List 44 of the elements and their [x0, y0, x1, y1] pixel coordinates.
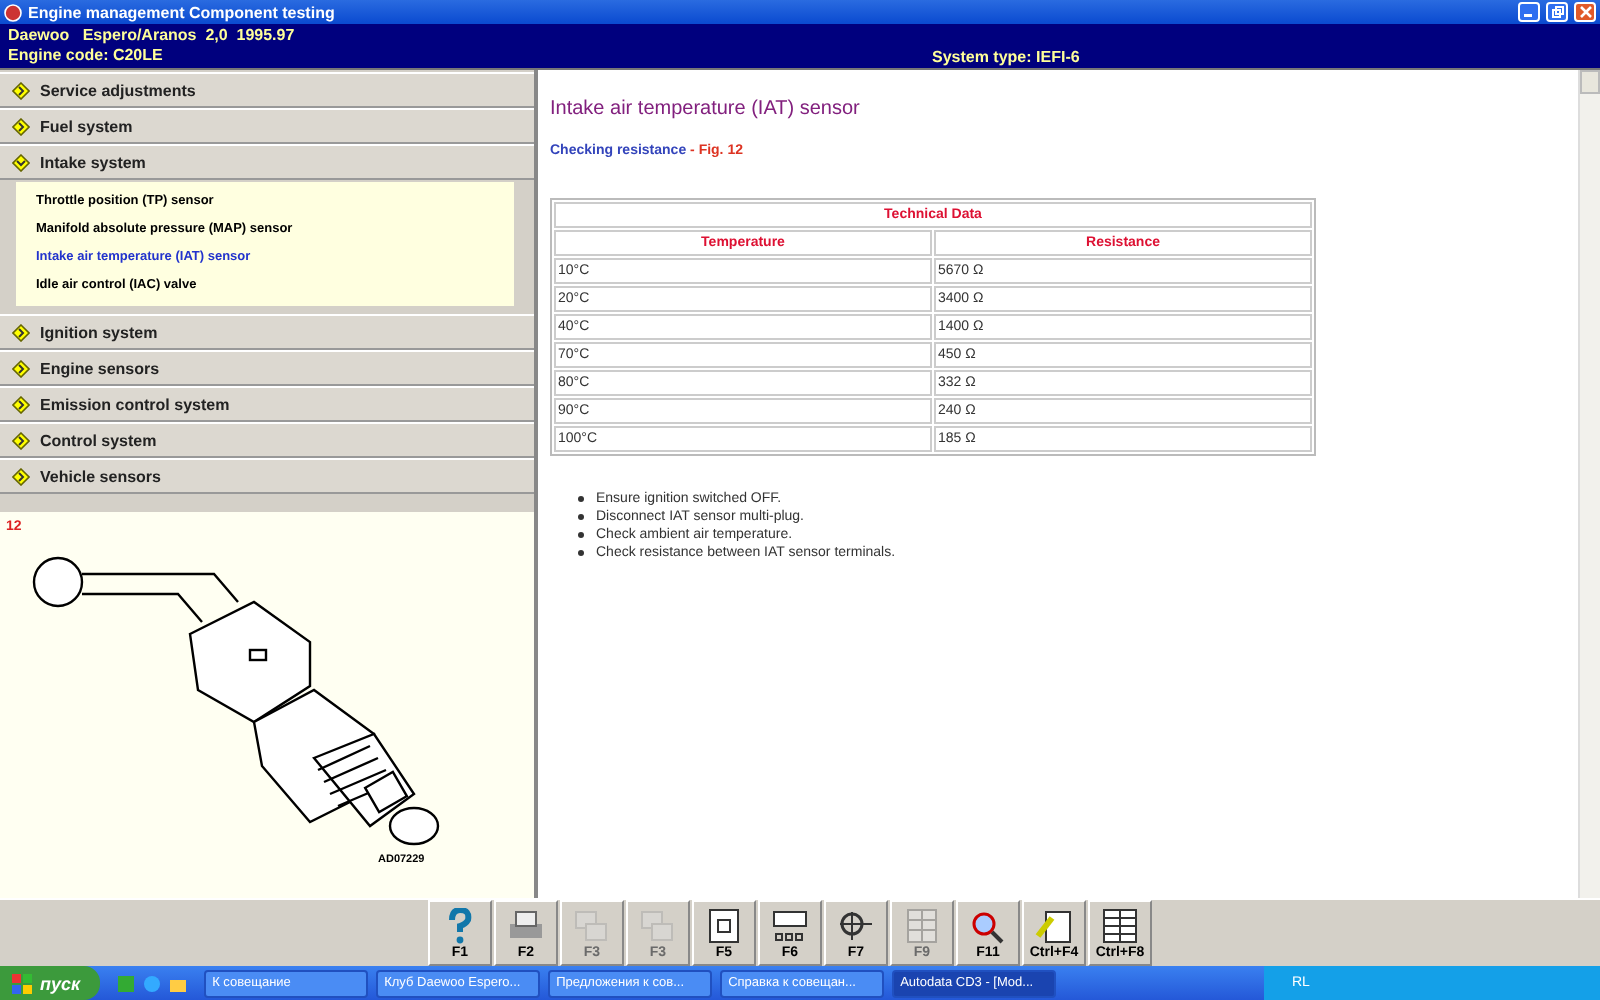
- minimize-button[interactable]: [1518, 2, 1540, 22]
- copy-icon: [572, 907, 612, 943]
- vehicle-label: Daewoo Espero/Aranos 2,0 1995.97: [8, 26, 297, 46]
- diagram-icon: [770, 907, 810, 943]
- start-button[interactable]: пуск: [0, 966, 101, 1000]
- sidebar-section[interactable]: Intake system: [0, 144, 534, 180]
- bullet-icon: [578, 514, 584, 520]
- chevron-icon: [12, 395, 30, 413]
- chevron-icon: [12, 359, 30, 377]
- printer-icon: [506, 907, 546, 943]
- engine-code-label: Engine code: C20LE: [8, 46, 165, 66]
- app-icon: [4, 3, 22, 21]
- close-button[interactable]: [1574, 2, 1596, 22]
- sidebar-section[interactable]: Fuel system: [0, 108, 534, 144]
- crosshair-icon: [836, 907, 876, 943]
- chevron-icon: [12, 467, 30, 485]
- chevron-icon: [12, 81, 30, 99]
- sidebar-section[interactable]: Service adjustments: [0, 72, 534, 108]
- system-type-label: System type: IEFI-6: [932, 48, 1080, 68]
- sidebar-section[interactable]: Control system: [0, 422, 534, 458]
- chevron-icon: [12, 153, 30, 171]
- restore-button[interactable]: [1546, 2, 1568, 22]
- magnifier-icon: [968, 907, 1008, 943]
- grid-icon: [902, 907, 942, 943]
- sidebar-section[interactable]: Vehicle sensors: [0, 458, 534, 494]
- table-icon: [1100, 907, 1140, 943]
- note-icon: [1034, 907, 1074, 943]
- copy-icon: [638, 907, 678, 943]
- chevron-icon: [12, 431, 30, 449]
- windows-logo-icon: [12, 973, 32, 993]
- sidebar-section[interactable]: Ignition system: [0, 314, 534, 350]
- bullet-icon: [578, 550, 584, 556]
- bullet-icon: [578, 532, 584, 538]
- sidebar-section[interactable]: Engine sensors: [0, 350, 534, 386]
- bullet-icon: [578, 496, 584, 502]
- browser-icon[interactable]: [142, 973, 163, 993]
- sidebar-section[interactable]: Emission control system: [0, 386, 534, 422]
- content-title: Intake air temperature (IAT) sensor: [550, 98, 862, 120]
- chevron-icon: [12, 117, 30, 135]
- close-icon: [1579, 6, 1591, 18]
- restore-icon: [1551, 6, 1563, 18]
- chevron-icon: [12, 323, 30, 341]
- window-title: Engine management Component testing: [28, 3, 335, 21]
- page-icon: [704, 907, 744, 943]
